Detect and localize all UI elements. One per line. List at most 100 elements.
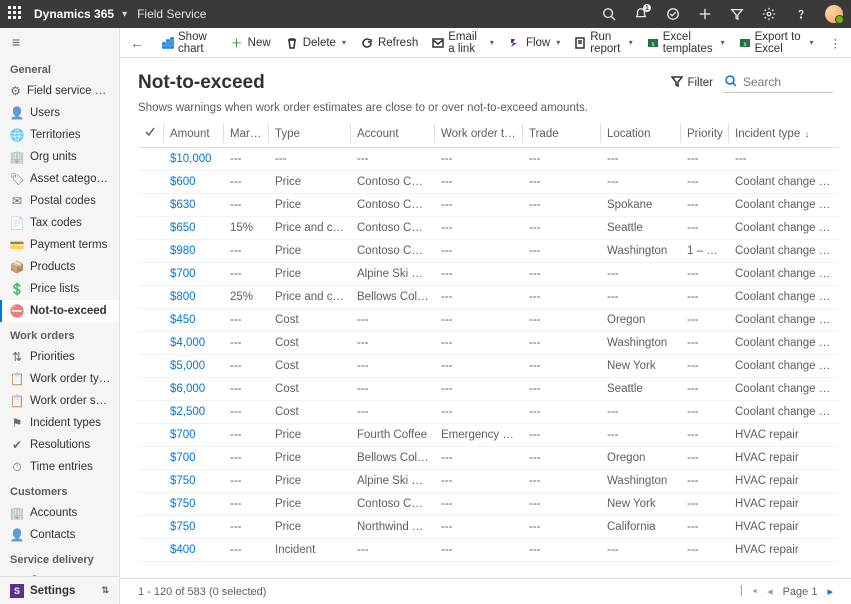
nav-item[interactable]: 🏷Asset categories [0, 168, 119, 190]
email-link-button[interactable]: Email a link ▾ [428, 29, 498, 57]
user-avatar[interactable] [825, 5, 843, 23]
notifications-icon[interactable]: 1 [633, 6, 649, 22]
column-header[interactable]: Priority [681, 120, 729, 148]
row-selector[interactable] [138, 171, 164, 194]
new-button[interactable]: ＋ New [226, 34, 275, 52]
cell-amount[interactable]: $750 [164, 493, 224, 516]
nav-item[interactable]: 📋Work order types [0, 368, 119, 390]
hamburger-icon[interactable]: ≡ [0, 28, 119, 56]
table-row[interactable]: $4,000---Cost---------Washington---Coola… [138, 332, 839, 355]
back-icon[interactable]: ← [130, 35, 144, 51]
nav-item[interactable]: 🏢Org units [0, 146, 119, 168]
row-selector[interactable] [138, 424, 164, 447]
cell-amount[interactable]: $700 [164, 447, 224, 470]
table-row[interactable]: $10,000------------------------ [138, 148, 839, 171]
row-selector[interactable] [138, 447, 164, 470]
nav-item[interactable]: 💲Price lists [0, 278, 119, 300]
nav-item[interactable]: ⚙Field service settings [0, 80, 119, 102]
chevron-down-icon[interactable]: ▾ [721, 38, 725, 47]
table-row[interactable]: $450---Cost---------Oregon---Coolant cha… [138, 309, 839, 332]
nav-item[interactable]: ⏱Time entries [0, 456, 119, 478]
column-header[interactable]: Account [351, 120, 435, 148]
help-icon[interactable] [793, 6, 809, 22]
nav-item[interactable]: ⇅Priorities [0, 346, 119, 368]
table-row[interactable]: $700---PriceBellows College------Oregon-… [138, 447, 839, 470]
table-row[interactable]: $630---PriceContoso Corp.------Spokane--… [138, 194, 839, 217]
excel-templates-button[interactable]: x Excel templates ▾ [643, 29, 729, 57]
nav-item[interactable]: 📦Products [0, 256, 119, 278]
assistant-icon[interactable] [665, 6, 681, 22]
cell-amount[interactable]: $630 [164, 194, 224, 217]
cell-amount[interactable]: $650 [164, 217, 224, 240]
nav-item[interactable]: 💳Payment terms [0, 234, 119, 256]
table-row[interactable]: $80025%Price and cost mar...Bellows Coll… [138, 286, 839, 309]
area-switcher[interactable]: S Settings ⇅ [0, 576, 119, 604]
table-row[interactable]: $700---PriceFourth CoffeeEmergency repai… [138, 424, 839, 447]
row-selector[interactable] [138, 263, 164, 286]
column-header[interactable]: Amount [164, 120, 224, 148]
nav-item[interactable]: ✉Postal codes [0, 190, 119, 212]
cell-amount[interactable]: $400 [164, 539, 224, 562]
chevron-down-icon[interactable]: ▾ [342, 38, 346, 47]
row-selector[interactable] [138, 332, 164, 355]
row-selector[interactable] [138, 309, 164, 332]
chevron-down-icon[interactable]: ▾ [556, 38, 560, 47]
nav-item[interactable]: 👤Contacts [0, 524, 119, 546]
cell-amount[interactable]: $700 [164, 263, 224, 286]
row-selector[interactable] [138, 378, 164, 401]
nav-item[interactable]: ⛔Not-to-exceed [0, 300, 119, 322]
filter-button[interactable]: Filter [671, 75, 713, 90]
cell-amount[interactable]: $450 [164, 309, 224, 332]
nav-item[interactable]: 👤Users [0, 102, 119, 124]
row-selector[interactable] [138, 539, 164, 562]
column-header[interactable]: Type [269, 120, 351, 148]
row-selector[interactable] [138, 217, 164, 240]
pager-next-icon[interactable]: ▸ [827, 585, 833, 598]
row-selector[interactable] [138, 401, 164, 424]
nav-item[interactable]: 📋Work order substatu... [0, 390, 119, 412]
nav-item[interactable]: 📄Tax codes [0, 212, 119, 234]
nav-item[interactable]: 🌐Territories [0, 124, 119, 146]
select-all-checkbox[interactable] [138, 120, 164, 148]
cell-amount[interactable]: $750 [164, 470, 224, 493]
show-chart-button[interactable]: Show chart [158, 29, 220, 57]
row-selector[interactable] [138, 470, 164, 493]
export-excel-button[interactable]: x Export to Excel ▾ [735, 29, 818, 57]
search-input[interactable] [741, 74, 831, 90]
chevron-down-icon[interactable]: ▾ [122, 9, 127, 20]
row-selector[interactable] [138, 240, 164, 263]
refresh-button[interactable]: Refresh [356, 34, 422, 52]
pager-first-icon[interactable]: ⎸◂ [741, 585, 757, 598]
pager-prev-icon[interactable]: ◂ [767, 585, 773, 598]
table-row[interactable]: $750---PriceAlpine Ski House------Washin… [138, 470, 839, 493]
global-search-icon[interactable] [601, 6, 617, 22]
column-header[interactable]: Location [601, 120, 681, 148]
row-selector[interactable] [138, 286, 164, 309]
table-row[interactable]: $700---PriceAlpine Ski House------------… [138, 263, 839, 286]
table-row[interactable]: $6,000---Cost---------Seattle---Coolant … [138, 378, 839, 401]
row-selector[interactable] [138, 516, 164, 539]
module-name[interactable]: Field Service [137, 7, 206, 21]
app-launcher-icon[interactable] [8, 6, 24, 22]
row-selector[interactable] [138, 493, 164, 516]
table-row[interactable]: $600---PriceContoso Corp.------------Coo… [138, 171, 839, 194]
add-icon[interactable] [697, 6, 713, 22]
nav-item[interactable]: ⚑Incident types [0, 412, 119, 434]
cell-amount[interactable]: $5,000 [164, 355, 224, 378]
brand-name[interactable]: Dynamics 365 [34, 7, 114, 21]
row-selector[interactable] [138, 148, 164, 171]
column-header[interactable]: Incident type ↓ [729, 120, 839, 148]
row-selector[interactable] [138, 355, 164, 378]
table-row[interactable]: $750---PriceNorthwind Traders------Calif… [138, 516, 839, 539]
row-selector[interactable] [138, 194, 164, 217]
table-row[interactable]: $65015%Price and cost mar...Contoso Corp… [138, 217, 839, 240]
chevron-down-icon[interactable]: ▾ [810, 38, 814, 47]
search-box[interactable] [723, 72, 833, 93]
chevron-down-icon[interactable]: ▾ [490, 38, 494, 47]
table-row[interactable]: $5,000---Cost---------New York---Coolant… [138, 355, 839, 378]
table-row[interactable]: $980---PriceContoso Corp.------Washingto… [138, 240, 839, 263]
cell-amount[interactable]: $4,000 [164, 332, 224, 355]
nav-item[interactable]: 🏢Accounts [0, 502, 119, 524]
cell-amount[interactable]: $10,000 [164, 148, 224, 171]
cell-amount[interactable]: $600 [164, 171, 224, 194]
